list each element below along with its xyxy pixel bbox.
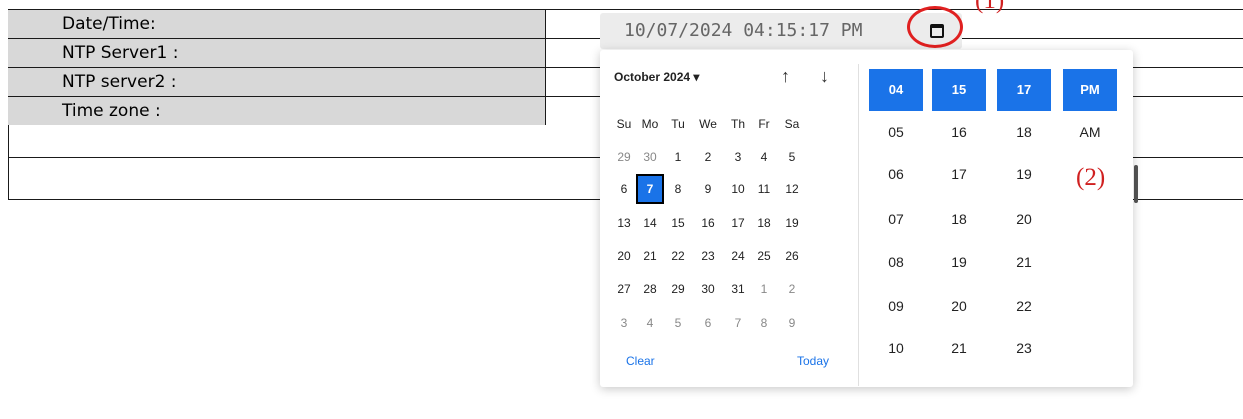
weekday-header: Th	[730, 117, 745, 131]
day-cell[interactable]: 16	[694, 208, 722, 238]
weekday-header: We	[699, 117, 717, 131]
datetime-picker-popup: October 2024 ▾ ↑ ↓ Su Mo Tu We Th Fr Sa 29 30 1 2 3…	[600, 50, 1133, 387]
weekday-header: Mo	[641, 117, 659, 131]
day-cell[interactable]: 12	[778, 174, 806, 204]
selected-ampm[interactable]: PM	[1063, 69, 1117, 111]
second-option[interactable]: 18	[997, 111, 1051, 153]
weekday-header: Tu	[671, 117, 685, 131]
today-link[interactable]: Today	[797, 354, 829, 368]
minute-option[interactable]: 20	[932, 285, 986, 327]
caret-down-icon: ▾	[693, 70, 700, 84]
minute-option[interactable]: 19	[932, 241, 986, 283]
day-cell[interactable]: 4	[750, 142, 778, 172]
day-cell[interactable]: 10	[724, 174, 752, 204]
second-option[interactable]: 23	[997, 327, 1051, 369]
second-option[interactable]: 20	[997, 198, 1051, 240]
divider	[858, 64, 859, 386]
day-cell[interactable]: 11	[750, 174, 778, 204]
month-label: October 2024	[614, 70, 691, 84]
day-cell[interactable]: 4	[636, 308, 664, 338]
selected-second[interactable]: 17	[997, 69, 1051, 111]
second-option[interactable]: 22	[997, 285, 1051, 327]
selected-minute[interactable]: 15	[932, 69, 986, 111]
day-cell[interactable]: 18	[750, 208, 778, 238]
day-cell[interactable]: 1	[664, 142, 692, 172]
day-cell[interactable]: 28	[636, 274, 664, 304]
arrow-up-icon[interactable]: ↑	[781, 66, 790, 87]
day-cell[interactable]: 17	[724, 208, 752, 238]
weekday-header: Sa	[784, 117, 800, 131]
day-cell[interactable]: 21	[636, 241, 664, 271]
row-label: Date/Time:	[8, 10, 546, 38]
weekday-header: Fr	[758, 117, 770, 131]
day-cell[interactable]: 2	[778, 274, 806, 304]
day-cell[interactable]: 1	[750, 274, 778, 304]
hour-option[interactable]: 06	[869, 153, 923, 195]
minute-option[interactable]: 16	[932, 111, 986, 153]
day-cell[interactable]: 2	[694, 142, 722, 172]
minute-option[interactable]: 17	[932, 153, 986, 195]
day-cell[interactable]: 8	[664, 174, 692, 204]
day-cell[interactable]: 19	[778, 208, 806, 238]
apply-button-edge[interactable]	[1134, 165, 1138, 203]
day-cell[interactable]: 30	[694, 274, 722, 304]
day-cell[interactable]: 13	[610, 208, 638, 238]
day-cell[interactable]: 9	[778, 308, 806, 338]
row-label: Time zone :	[8, 97, 546, 125]
day-cell[interactable]: 9	[694, 174, 722, 204]
day-cell[interactable]: 27	[610, 274, 638, 304]
annotation-circle	[907, 6, 963, 48]
annotation-label-2: (2)	[1076, 164, 1106, 191]
clear-link[interactable]: Clear	[626, 354, 655, 368]
day-cell[interactable]: 15	[664, 208, 692, 238]
day-cell[interactable]: 20	[610, 241, 638, 271]
day-cell[interactable]: 25	[750, 241, 778, 271]
day-cell[interactable]: 5	[664, 308, 692, 338]
annotation-label-1: (1)	[975, 0, 1005, 14]
row-label: NTP Server1 :	[8, 39, 546, 67]
day-cell[interactable]: 7	[636, 174, 664, 204]
minute-option[interactable]: 18	[932, 198, 986, 240]
arrow-down-icon[interactable]: ↓	[820, 66, 829, 87]
day-cell[interactable]: 7	[724, 308, 752, 338]
day-cell[interactable]: 24	[724, 241, 752, 271]
day-cell[interactable]: 29	[664, 274, 692, 304]
day-cell[interactable]: 22	[664, 241, 692, 271]
hour-option[interactable]: 10	[869, 327, 923, 369]
minute-option[interactable]: 21	[932, 327, 986, 369]
day-cell[interactable]: 31	[724, 274, 752, 304]
row-label: NTP server2 :	[8, 68, 546, 96]
weekday-header: Su	[616, 117, 632, 131]
day-cell[interactable]: 14	[636, 208, 664, 238]
ampm-option[interactable]: AM	[1063, 111, 1117, 153]
day-cell[interactable]: 23	[694, 241, 722, 271]
month-year-dropdown[interactable]: October 2024 ▾	[614, 70, 699, 84]
selected-hour[interactable]: 04	[869, 69, 923, 111]
hour-option[interactable]: 05	[869, 111, 923, 153]
hour-option[interactable]: 08	[869, 241, 923, 283]
day-cell[interactable]: 6	[610, 174, 638, 204]
day-cell[interactable]: 3	[724, 142, 752, 172]
day-cell[interactable]: 30	[636, 142, 664, 172]
day-cell[interactable]: 8	[750, 308, 778, 338]
day-cell[interactable]: 26	[778, 241, 806, 271]
hour-option[interactable]: 07	[869, 198, 923, 240]
day-cell[interactable]: 3	[610, 308, 638, 338]
second-option[interactable]: 19	[997, 153, 1051, 195]
day-cell[interactable]: 5	[778, 142, 806, 172]
day-cell[interactable]: 29	[610, 142, 638, 172]
second-option[interactable]: 21	[997, 241, 1051, 283]
hour-option[interactable]: 09	[869, 285, 923, 327]
day-cell[interactable]: 6	[694, 308, 722, 338]
